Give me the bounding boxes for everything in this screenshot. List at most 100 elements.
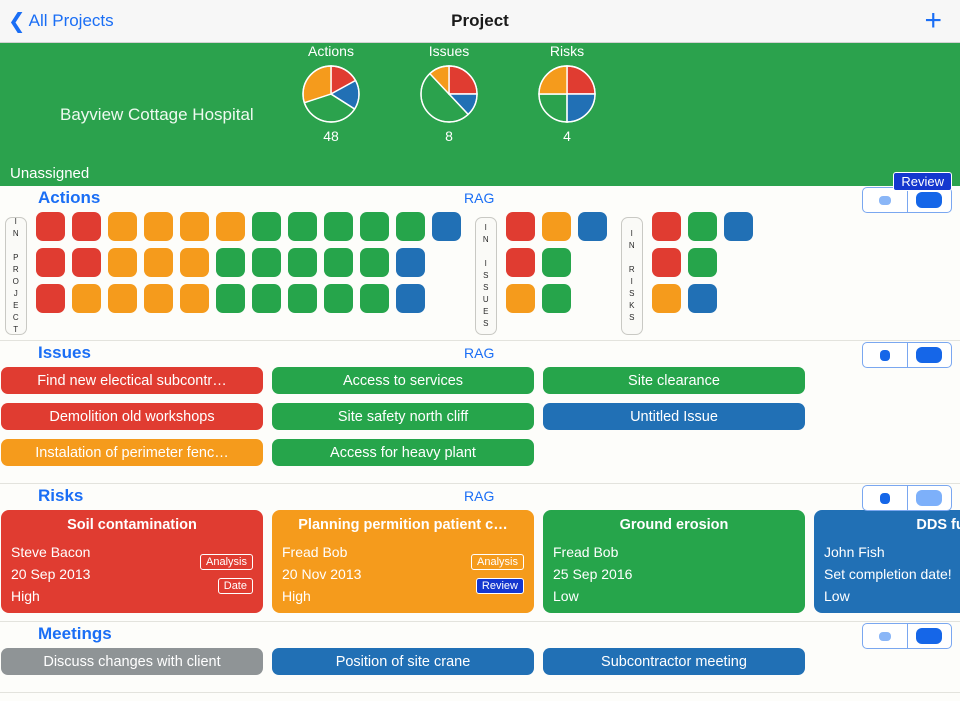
back-to-all-projects-button[interactable]: ❮ All Projects: [0, 11, 114, 32]
rag-tile-row: [652, 248, 753, 277]
review-status-badge[interactable]: Review: [893, 172, 952, 191]
list-item[interactable]: Site clearance: [543, 367, 805, 394]
risk-badge-analysis[interactable]: Analysis: [471, 554, 524, 570]
rag-tile-amber[interactable]: [652, 284, 681, 313]
rag-tile-amber[interactable]: [144, 248, 173, 277]
issues-view-toggle[interactable]: [862, 342, 952, 368]
risk-card[interactable]: DDS fun John Fish Set completion date! Low: [814, 510, 960, 613]
rag-tile-green[interactable]: [252, 212, 281, 241]
rag-tile-green[interactable]: [542, 284, 571, 313]
list-item[interactable]: Site safety north cliff: [272, 403, 534, 430]
rag-tile-blue[interactable]: [688, 284, 717, 313]
rag-tile-green[interactable]: [324, 284, 353, 313]
rag-tile-amber[interactable]: [108, 248, 137, 277]
rag-tile-row: [36, 212, 461, 241]
rag-tile-green[interactable]: [252, 284, 281, 313]
plus-icon[interactable]: +: [924, 6, 942, 36]
rag-tile-red[interactable]: [652, 248, 681, 277]
risks-section: Risks RAG Soil contamination Steve Bacon 2…: [0, 484, 960, 622]
rag-tile-red[interactable]: [72, 212, 101, 241]
pill-row: Discuss changes with client Position of s…: [0, 648, 960, 675]
list-item[interactable]: Untitled Issue: [543, 403, 805, 430]
rag-tile-green[interactable]: [324, 212, 353, 241]
risk-card[interactable]: Planning permition patient c… Fread Bob 20…: [272, 510, 534, 613]
risks-list: Soil contamination Steve Bacon 20 Sep 2013…: [0, 510, 960, 621]
issues-view-list-option[interactable]: [863, 343, 907, 367]
list-item[interactable]: Access for heavy plant: [272, 439, 534, 466]
risk-badge-date[interactable]: Date: [217, 578, 253, 594]
rag-tile-green[interactable]: [360, 212, 389, 241]
actions-rag-grid[interactable]: IN PROJECT IN ISSUES IN RISKS: [0, 212, 960, 340]
project-header[interactable]: Bayview Cottage Hospital Unassigned £3,5…: [0, 43, 960, 232]
meetings-view-list-option[interactable]: [863, 624, 907, 648]
rag-tile-amber[interactable]: [108, 212, 137, 241]
risks-view-grid-option[interactable]: [906, 486, 952, 510]
rag-tile-green[interactable]: [324, 248, 353, 277]
rag-tile-green[interactable]: [288, 212, 317, 241]
list-item[interactable]: Position of site crane: [272, 648, 534, 675]
rag-tile-blue[interactable]: [724, 212, 753, 241]
rag-tile-amber[interactable]: [108, 284, 137, 313]
rag-tile-green[interactable]: [288, 248, 317, 277]
rag-tile-red[interactable]: [36, 284, 65, 313]
list-item[interactable]: Instalation of perimeter fenc…: [1, 439, 263, 466]
rag-tile-green[interactable]: [288, 284, 317, 313]
rag-tile-blue[interactable]: [432, 212, 461, 241]
actions-view-list-option[interactable]: [863, 188, 907, 212]
rag-tile-amber[interactable]: [216, 212, 245, 241]
rag-tile-green[interactable]: [396, 212, 425, 241]
rag-tile-green[interactable]: [688, 212, 717, 241]
rag-tile-row: [36, 284, 461, 313]
rag-tile-amber[interactable]: [144, 284, 173, 313]
actions-view-grid-option[interactable]: [906, 188, 952, 212]
rag-tile-green[interactable]: [542, 248, 571, 277]
rag-tile-amber[interactable]: [542, 212, 571, 241]
list-item[interactable]: Subcontractor meeting: [543, 648, 805, 675]
risk-level: High: [11, 588, 40, 604]
rag-tile-red[interactable]: [506, 248, 535, 277]
issues-view-grid-option[interactable]: [906, 343, 952, 367]
risks-view-list-option[interactable]: [863, 486, 907, 510]
rag-tile-blue[interactable]: [578, 212, 607, 241]
risk-badge-review[interactable]: Review: [475, 578, 524, 594]
risk-card[interactable]: Soil contamination Steve Bacon 20 Sep 2013…: [1, 510, 263, 613]
rag-tile-row: [652, 284, 753, 313]
summary-chart-issues[interactable]: Issues 8: [418, 43, 480, 144]
list-item[interactable]: Find new electical subcontr…: [1, 367, 263, 394]
rag-tile-amber[interactable]: [180, 284, 209, 313]
rag-tile-row: [506, 248, 607, 277]
list-item[interactable]: Access to services: [272, 367, 534, 394]
rag-tile-red[interactable]: [36, 212, 65, 241]
rag-tile-green[interactable]: [360, 284, 389, 313]
rag-tile-red[interactable]: [506, 212, 535, 241]
list-item[interactable]: Demolition old workshops: [1, 403, 263, 430]
list-item[interactable]: Discuss changes with client: [1, 648, 263, 675]
rag-tile-red[interactable]: [36, 248, 65, 277]
summary-chart-actions[interactable]: Actions 48: [300, 43, 362, 144]
rag-tile-green[interactable]: [216, 248, 245, 277]
rag-tile-group: [506, 212, 607, 320]
risk-badge-analysis[interactable]: Analysis: [200, 554, 253, 570]
rag-tile-blue[interactable]: [396, 248, 425, 277]
risk-card[interactable]: Ground erosion Fread Bob 25 Sep 2016 Low: [543, 510, 805, 613]
risks-view-toggle[interactable]: [862, 485, 952, 511]
meetings-view-grid-option[interactable]: [906, 624, 952, 648]
meetings-view-toggle[interactable]: [862, 623, 952, 649]
rag-tile-red[interactable]: [72, 248, 101, 277]
rag-tile-amber[interactable]: [72, 284, 101, 313]
rag-tile-green[interactable]: [688, 248, 717, 277]
risk-owner: John Fish: [824, 544, 885, 560]
rag-tile-amber[interactable]: [144, 212, 173, 241]
rag-tile-green[interactable]: [252, 248, 281, 277]
rag-tile-green[interactable]: [216, 284, 245, 313]
page-title: Project: [451, 11, 509, 30]
rag-tile-blue[interactable]: [396, 284, 425, 313]
rag-tile-amber[interactable]: [180, 248, 209, 277]
issues-list: Find new electical subcontr… Access to se…: [0, 367, 960, 483]
rag-tile-amber[interactable]: [506, 284, 535, 313]
rag-tile-red[interactable]: [652, 212, 681, 241]
rag-tile-amber[interactable]: [180, 212, 209, 241]
project-assignee: Unassigned: [10, 165, 90, 182]
rag-tile-green[interactable]: [360, 248, 389, 277]
summary-chart-risks[interactable]: Risks 4: [536, 43, 598, 144]
